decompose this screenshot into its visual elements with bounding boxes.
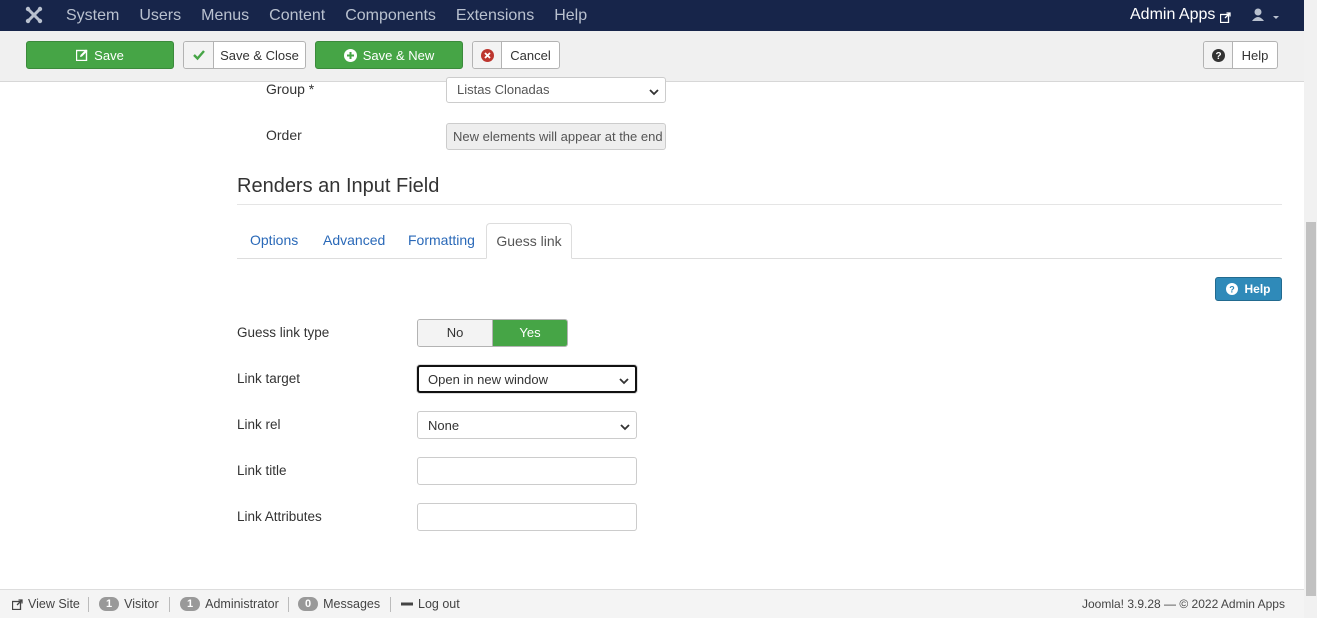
logout-link[interactable]: Log out <box>401 597 460 611</box>
tab-formatting[interactable]: Formatting <box>408 232 475 248</box>
link-title-input[interactable] <box>417 457 637 485</box>
top-navbar: System Users Menus Content Components Ex… <box>0 0 1304 31</box>
save-new-label: Save & New <box>362 47 435 63</box>
external-link-icon <box>12 598 23 610</box>
scrollbar-thumb[interactable] <box>1306 222 1316 596</box>
svg-text:?: ? <box>1230 285 1236 295</box>
status-divider <box>390 597 391 612</box>
tab-advanced[interactable]: Advanced <box>323 232 385 248</box>
main-menu: System Users Menus Content Components Ex… <box>66 0 607 31</box>
logout-label: Log out <box>418 597 460 611</box>
chevron-down-icon <box>619 374 629 389</box>
save-button-label: Save <box>94 47 124 63</box>
view-site-link[interactable]: View Site <box>12 597 80 611</box>
tab-guess-link[interactable]: Guess link <box>486 223 572 259</box>
toolbar-help-label: Help <box>1241 47 1269 63</box>
link-rel-value: None <box>428 418 460 433</box>
cancel-label: Cancel <box>510 47 551 63</box>
group-select[interactable]: Listas Clonadas <box>446 77 666 103</box>
toolbar: Save Save & Close Save & New Cancel ? He… <box>0 31 1304 82</box>
question-icon: ? <box>1204 42 1233 68</box>
group-select-value: Listas Clonadas <box>457 82 550 97</box>
link-attributes-label: Link Attributes <box>237 509 322 524</box>
link-target-label: Link target <box>237 371 301 386</box>
menu-help[interactable]: Help <box>554 7 587 25</box>
question-icon: ? <box>1226 283 1239 295</box>
admin-count-badge: 1 <box>180 597 201 611</box>
minus-icon <box>401 602 413 606</box>
guess-link-type-toggle: No Yes <box>417 319 568 347</box>
admin-label: Administrator <box>205 597 279 611</box>
menu-system[interactable]: System <box>66 7 119 25</box>
save-close-button[interactable]: Save & Close <box>183 41 306 69</box>
edit-icon <box>76 49 88 61</box>
chevron-down-icon <box>620 420 630 435</box>
footer-copyright: Joomla! 3.9.28 — © 2022 Admin Apps <box>1082 597 1285 611</box>
link-target-select[interactable]: Open in new window <box>417 365 637 393</box>
visitor-label: Visitor <box>124 597 159 611</box>
site-brand-link[interactable]: Admin Apps <box>1130 6 1232 24</box>
visitor-status: 1 Visitor <box>99 597 159 611</box>
order-label: Order <box>266 127 302 143</box>
cancel-button[interactable]: Cancel <box>472 41 560 69</box>
tab-options[interactable]: Options <box>250 232 298 248</box>
chevron-down-icon <box>649 85 659 100</box>
guess-link-no-option[interactable]: No <box>418 320 493 346</box>
administrator-status: 1 Administrator <box>180 597 279 611</box>
tab-help-label: Help <box>1244 282 1271 296</box>
link-title-label: Link title <box>237 463 287 478</box>
link-target-value: Open in new window <box>428 372 548 387</box>
external-link-icon <box>1220 10 1232 23</box>
guess-link-yes-option[interactable]: Yes <box>493 320 567 346</box>
check-icon <box>184 42 214 68</box>
messages-status[interactable]: 0 Messages <box>298 597 380 611</box>
site-brand-label: Admin Apps <box>1130 6 1216 23</box>
menu-users[interactable]: Users <box>139 7 181 25</box>
status-divider <box>88 597 89 612</box>
menu-menus[interactable]: Menus <box>201 7 249 25</box>
section-divider <box>237 204 1282 205</box>
status-divider <box>288 597 289 612</box>
toolbar-help-button[interactable]: ? Help <box>1203 41 1278 69</box>
save-button[interactable]: Save <box>26 41 174 69</box>
group-label: Group * <box>266 81 315 97</box>
section-title: Renders an Input Field <box>237 175 440 197</box>
status-bar: View Site 1 Visitor 1 Administrator 0 Me… <box>0 589 1304 618</box>
messages-count-badge: 0 <box>298 597 319 611</box>
plus-circle-icon <box>343 48 357 62</box>
link-rel-select[interactable]: None <box>417 411 637 439</box>
order-field[interactable]: New elements will appear at the end <box>446 123 666 150</box>
link-rel-label: Link rel <box>237 417 281 432</box>
status-divider <box>169 597 170 612</box>
view-site-label: View Site <box>28 597 80 611</box>
joomla-logo-icon[interactable] <box>24 5 44 25</box>
menu-content[interactable]: Content <box>269 7 325 25</box>
user-menu-icon[interactable] <box>1251 7 1283 25</box>
svg-text:?: ? <box>1215 51 1221 62</box>
save-close-label: Save & Close <box>220 47 299 63</box>
tab-help-button[interactable]: ? Help <box>1215 277 1282 301</box>
link-attributes-input[interactable] <box>417 503 637 531</box>
visitor-count-badge: 1 <box>99 597 120 611</box>
menu-components[interactable]: Components <box>345 7 436 25</box>
cancel-icon <box>473 42 502 68</box>
menu-extensions[interactable]: Extensions <box>456 7 534 25</box>
tabs-baseline <box>237 258 1282 259</box>
guess-link-type-label: Guess link type <box>237 325 330 340</box>
save-new-button[interactable]: Save & New <box>315 41 463 69</box>
messages-label: Messages <box>323 597 381 611</box>
